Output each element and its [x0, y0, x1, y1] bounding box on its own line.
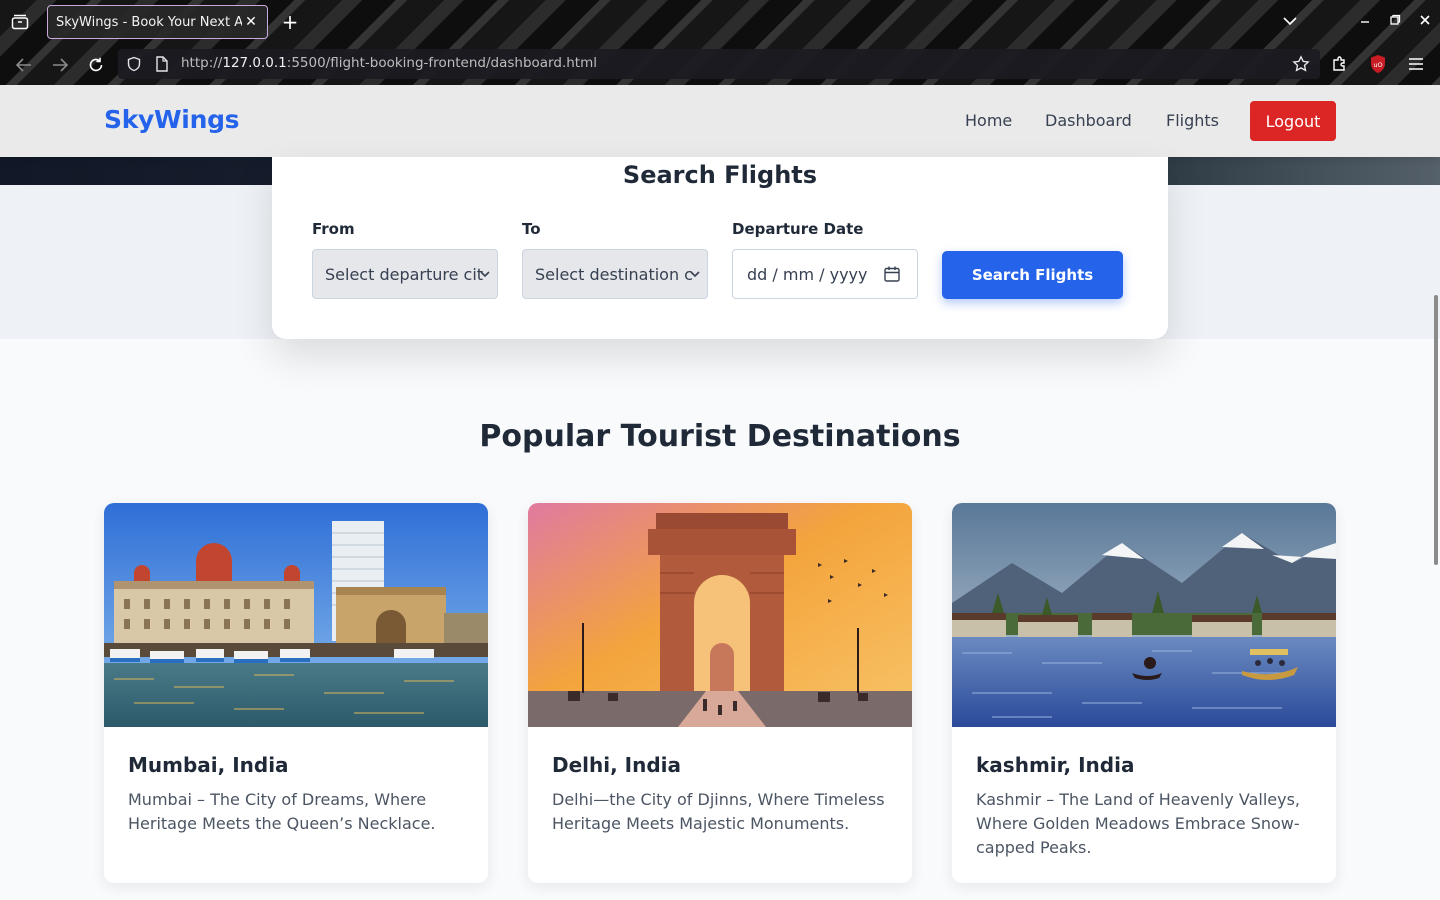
- destination-name: kashmir, India: [976, 753, 1135, 777]
- search-flights-button[interactable]: Search Flights: [942, 251, 1123, 299]
- date-placeholder: dd / mm / yyyy: [747, 264, 868, 284]
- chevron-down-icon: [480, 271, 490, 278]
- destination-description: Mumbai – The City of Dreams, Where Herit…: [128, 790, 436, 833]
- url-prefix: http://: [181, 55, 223, 71]
- page-icon[interactable]: [155, 56, 169, 76]
- url-text[interactable]: http://127.0.0.1:5500/flight-booking-fro…: [181, 55, 597, 71]
- to-select-value: Select destination c: [535, 264, 693, 284]
- minimize-icon[interactable]: [1355, 12, 1375, 32]
- menu-hamburger-icon[interactable]: [1405, 53, 1427, 75]
- destinations-title: Popular Tourist Destinations: [479, 419, 961, 454]
- destination-name: Mumbai, India: [128, 753, 289, 777]
- svg-text:uO: uO: [1373, 61, 1382, 69]
- brand-logo[interactable]: SkyWings: [104, 105, 240, 134]
- chevron-down-icon: [690, 271, 700, 278]
- extensions-icon[interactable]: [1329, 53, 1351, 75]
- site-header: SkyWings Home Dashboard Flights Logout: [0, 85, 1440, 157]
- destination-description: Kashmir – The Land of Heavenly Valleys, …: [976, 790, 1300, 857]
- window-close-icon[interactable]: [1415, 12, 1435, 32]
- nav-home[interactable]: Home: [965, 111, 1012, 130]
- kashmir-image: [952, 503, 1336, 727]
- url-path: :5500/flight-booking-frontend/dashboard.…: [286, 55, 597, 71]
- from-select-value: Select departure cit: [325, 264, 484, 284]
- calendar-icon[interactable]: [883, 265, 901, 283]
- ublock-icon[interactable]: uO: [1367, 53, 1389, 75]
- tab-bar: SkyWings - Book Your Next Adv ✕ +: [0, 0, 1440, 44]
- destination-card-kashmir[interactable]: kashmir, India Kashmir – The Land of Hea…: [952, 503, 1336, 883]
- restore-icon[interactable]: [1385, 12, 1405, 32]
- tab-close-icon[interactable]: ✕: [243, 14, 259, 30]
- shield-icon[interactable]: [126, 56, 142, 76]
- page-scrollbar[interactable]: [1432, 85, 1440, 900]
- bookmark-star-icon[interactable]: [1292, 55, 1310, 77]
- destination-name: Delhi, India: [552, 753, 682, 777]
- destination-description: Delhi—the City of Djinns, Where Timeless…: [552, 790, 885, 833]
- url-host: 127.0.0.1: [222, 55, 287, 71]
- back-icon[interactable]: [12, 53, 36, 77]
- reload-icon[interactable]: [84, 53, 108, 77]
- search-card: Search Flights From Select departure cit…: [272, 157, 1168, 339]
- destination-card-delhi[interactable]: Delhi, India Delhi—the City of Djinns, W…: [528, 503, 912, 883]
- departure-date-input[interactable]: dd / mm / yyyy: [732, 249, 918, 299]
- departure-date-label: Departure Date: [732, 220, 864, 238]
- nav-flights[interactable]: Flights: [1166, 111, 1219, 130]
- destination-card-mumbai[interactable]: Mumbai, India Mumbai – The City of Dream…: [104, 503, 488, 883]
- scrollbar-thumb[interactable]: [1434, 295, 1438, 565]
- mumbai-image: [104, 503, 488, 727]
- tab-list-icon[interactable]: [8, 11, 32, 33]
- page: SkyWings Home Dashboard Flights Logout S…: [0, 85, 1440, 900]
- search-title: Search Flights: [622, 161, 818, 189]
- forward-icon[interactable]: [48, 53, 72, 77]
- from-label: From: [312, 220, 355, 238]
- logout-button[interactable]: Logout: [1250, 101, 1336, 141]
- tab-title: SkyWings - Book Your Next Adv: [56, 14, 242, 30]
- address-bar[interactable]: http://127.0.0.1:5500/flight-booking-fro…: [118, 49, 1320, 79]
- tab-overflow-chevron-icon[interactable]: [1280, 12, 1300, 32]
- new-tab-icon[interactable]: +: [280, 12, 300, 32]
- nav-dashboard[interactable]: Dashboard: [1045, 111, 1132, 130]
- from-select[interactable]: Select departure cit: [312, 249, 498, 299]
- delhi-image: [528, 503, 912, 727]
- to-label: To: [522, 220, 541, 238]
- active-tab[interactable]: SkyWings - Book Your Next Adv ✕: [47, 5, 268, 39]
- to-select[interactable]: Select destination c: [522, 249, 708, 299]
- browser-chrome: SkyWings - Book Your Next Adv ✕ + http:/…: [0, 0, 1440, 85]
